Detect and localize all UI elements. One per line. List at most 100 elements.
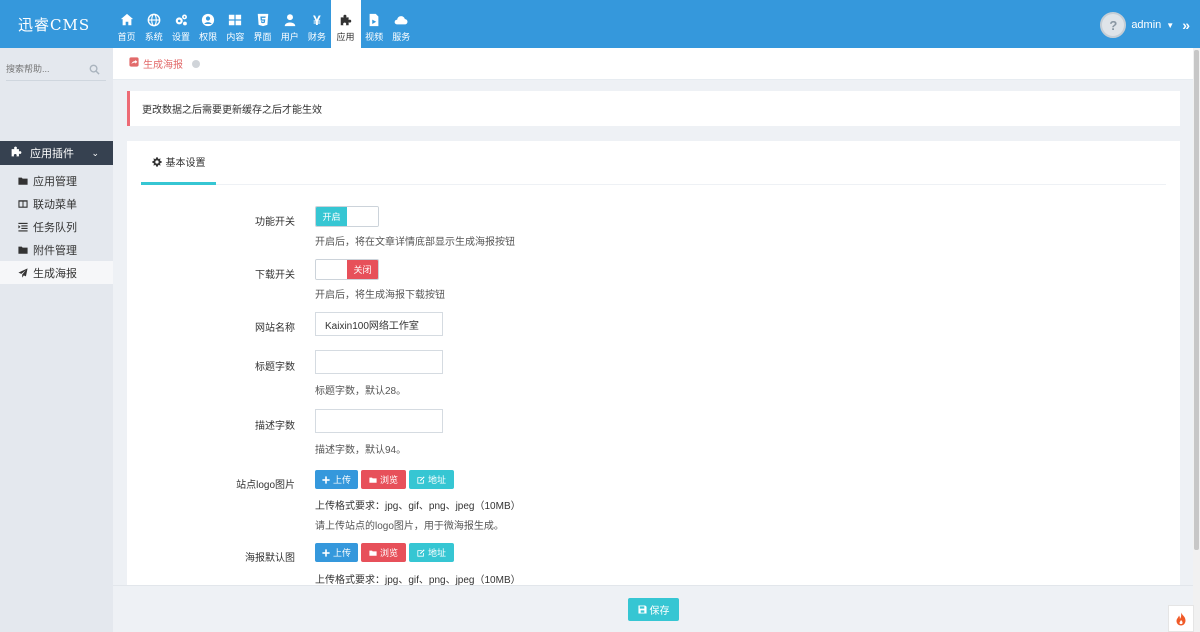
- sidebar-group-app-plugins[interactable]: 应用插件 ⌄: [0, 141, 113, 165]
- poster-default-format: 上传格式要求：jpg、gif、png、jpeg（10MB）: [315, 575, 521, 586]
- upload-button[interactable]: 上传: [315, 543, 358, 562]
- nav-label: 系统: [144, 32, 163, 42]
- nav-label: 财务: [307, 32, 326, 42]
- top-bar: 迅睿CMS 首页 系统 设置 权限 内容 界面 用户 ¥ 财务 应用 视频 服务…: [0, 0, 1200, 48]
- sidebar-item-label: 联动菜单: [33, 198, 77, 211]
- nav-users[interactable]: 用户: [276, 0, 303, 48]
- user-circle-icon: [200, 12, 216, 28]
- sidebar-item-label: 应用管理: [33, 175, 77, 188]
- search-icon[interactable]: [89, 64, 100, 78]
- app-logo[interactable]: 迅睿CMS: [18, 14, 90, 35]
- main-nav: 首页 系统 设置 权限 内容 界面 用户 ¥ 财务 应用 视频 服务: [113, 0, 415, 48]
- tab-basic-settings[interactable]: 基本设置: [141, 141, 216, 185]
- sidebar-item-app-manage[interactable]: 应用管理: [0, 169, 113, 192]
- title-length-help: 标题字数，默认28。: [315, 386, 407, 397]
- nav-apps[interactable]: 应用: [330, 0, 361, 48]
- upload-label: 上传: [333, 548, 352, 558]
- feature-switch-label: 功能开关: [255, 217, 295, 228]
- share-square-icon: [129, 57, 139, 70]
- user-name[interactable]: admin: [1131, 19, 1161, 31]
- feature-switch-help: 开启后，将在文章详情底部显示生成海报按钮: [315, 237, 515, 248]
- site-name-label: 网站名称: [255, 323, 295, 334]
- plus-icon: [322, 475, 330, 484]
- download-switch-label: 下载开关: [255, 270, 295, 281]
- edit-icon: [417, 475, 425, 484]
- folder-open-icon: [369, 550, 377, 556]
- nav-label: 权限: [199, 32, 218, 42]
- nav-content[interactable]: 内容: [222, 0, 249, 48]
- save-label: 保存: [649, 606, 670, 617]
- switch-handle: [347, 207, 378, 226]
- sidebar-item-linkage-menu[interactable]: 联动菜单: [0, 192, 113, 215]
- nav-label: 设置: [171, 32, 190, 42]
- nav-interface[interactable]: 界面: [249, 0, 276, 48]
- upload-label: 上传: [333, 475, 352, 485]
- sidebar-search: [6, 61, 106, 81]
- nav-finance[interactable]: ¥ 财务: [303, 0, 330, 48]
- sidebar-item-task-queue[interactable]: 任务队列: [0, 215, 113, 238]
- browse-label: 浏览: [379, 475, 398, 485]
- nav-label: 服务: [392, 32, 411, 42]
- feature-switch-toggle[interactable]: 开启: [315, 206, 379, 227]
- nav-label: 视频: [365, 32, 384, 42]
- nav-label: 应用: [336, 32, 355, 42]
- nav-system[interactable]: 系统: [140, 0, 167, 48]
- save-button[interactable]: 保存: [628, 598, 679, 621]
- address-button[interactable]: 地址: [409, 470, 454, 489]
- sidebar-item-label: 附件管理: [33, 244, 77, 257]
- columns-icon: [18, 199, 29, 209]
- poster-default-buttons: 上传 浏览 地址: [315, 543, 457, 562]
- site-logo-label: 站点logo图片: [236, 480, 295, 491]
- title-length-input[interactable]: [315, 350, 443, 374]
- browse-button[interactable]: 浏览: [361, 543, 406, 562]
- sidebar-item-label: 任务队列: [33, 221, 77, 234]
- puzzle-icon: [338, 12, 354, 28]
- site-name-input[interactable]: [315, 312, 443, 336]
- nav-home[interactable]: 首页: [113, 0, 140, 48]
- sidebar-group-label: 应用插件: [30, 148, 74, 160]
- double-chevron-right-icon[interactable]: »: [1182, 17, 1190, 33]
- scrollbar-thumb[interactable]: [1194, 50, 1199, 550]
- form-footer: 保存: [113, 585, 1193, 632]
- download-switch-help: 开启后，将生成海报下载按钮: [315, 290, 445, 301]
- breadcrumb-current[interactable]: 生成海报: [143, 56, 183, 71]
- file-video-icon: [366, 12, 382, 28]
- user-menu[interactable]: ? admin ▼ »: [1100, 12, 1190, 38]
- edit-icon: [417, 548, 425, 557]
- nav-label: 用户: [280, 32, 299, 42]
- sidebar-item-label: 生成海报: [33, 267, 77, 280]
- nav-permissions[interactable]: 权限: [195, 0, 222, 48]
- nav-settings[interactable]: 设置: [167, 0, 194, 48]
- fire-widget[interactable]: [1168, 605, 1194, 632]
- puzzle-icon: [10, 145, 23, 161]
- sidebar-item-attachment-manage[interactable]: 附件管理: [0, 238, 113, 261]
- address-label: 地址: [427, 548, 446, 558]
- site-logo-format: 上传格式要求：jpg、gif、png、jpeg（10MB）: [315, 501, 521, 512]
- yen-icon: ¥: [313, 12, 321, 28]
- upload-button[interactable]: 上传: [315, 470, 358, 489]
- switch-handle: [316, 260, 347, 279]
- cog-icon: [151, 156, 162, 167]
- nav-label: 内容: [226, 32, 245, 42]
- site-logo-buttons: 上传 浏览 地址: [315, 470, 457, 489]
- breadcrumb-dot-icon: [192, 59, 200, 68]
- nav-video[interactable]: 视频: [361, 0, 388, 48]
- cloud-icon: [393, 12, 409, 28]
- sidebar-item-generate-poster[interactable]: 生成海报: [0, 261, 113, 284]
- nav-service[interactable]: 服务: [388, 0, 415, 48]
- search-input[interactable]: [6, 64, 81, 74]
- chevron-down-icon: ⌄: [91, 147, 99, 158]
- home-icon: [119, 12, 135, 28]
- desc-length-help: 描述字数，默认94。: [315, 445, 407, 456]
- nav-label: 首页: [117, 32, 136, 42]
- chevron-down-icon: ▼: [1166, 20, 1175, 30]
- title-length-label: 标题字数: [255, 362, 295, 373]
- user-icon: [282, 12, 298, 28]
- avatar[interactable]: ?: [1100, 12, 1127, 38]
- cache-alert: 更改数据之后需要更新缓存之后才能生效: [127, 91, 1180, 126]
- browse-button[interactable]: 浏览: [361, 470, 406, 489]
- scrollbar[interactable]: [1193, 48, 1200, 632]
- desc-length-input[interactable]: [315, 409, 443, 433]
- download-switch-toggle[interactable]: 关闭: [315, 259, 379, 280]
- address-button[interactable]: 地址: [409, 543, 454, 562]
